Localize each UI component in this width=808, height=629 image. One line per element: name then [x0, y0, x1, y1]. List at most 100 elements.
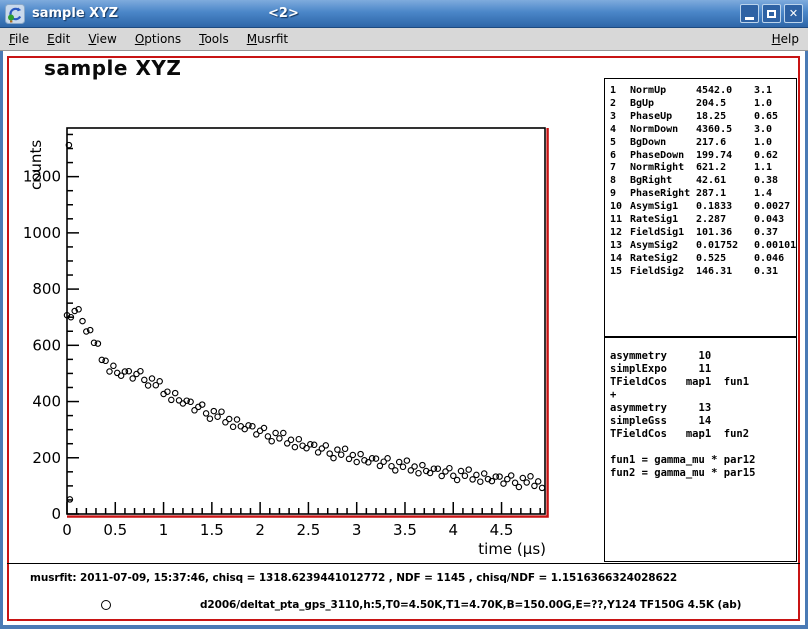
y-tick-label: 200 — [32, 449, 61, 467]
param-error: 0.62 — [754, 150, 796, 163]
data-point — [354, 459, 359, 464]
param-name: FieldSig2 — [630, 266, 696, 279]
data-point — [497, 474, 502, 479]
y-axis-title: counts — [27, 140, 45, 190]
param-value: 146.31 — [696, 266, 754, 279]
data-point — [265, 434, 270, 439]
param-value: 199.74 — [696, 150, 754, 163]
param-name: BgDown — [630, 137, 696, 150]
param-n: 9 — [610, 188, 630, 201]
y-tick-label: 1000 — [23, 224, 61, 242]
data-point — [385, 456, 390, 461]
legend-run-title: d2006/deltat_pta_gps_3110,h:5,T0=4.50K,T… — [200, 599, 741, 611]
plot-frame — [67, 128, 545, 514]
x-tick-label: 4 — [448, 521, 458, 539]
data-point — [277, 436, 282, 441]
x-tick-label: 1 — [159, 521, 169, 539]
x-tick-label: 4.5 — [490, 521, 514, 539]
param-n: 12 — [610, 227, 630, 240]
param-value: 0.1833 — [696, 201, 754, 214]
param-value: 101.36 — [696, 227, 754, 240]
param-name: BgUp — [630, 98, 696, 111]
data-point — [482, 471, 487, 476]
param-row: 5BgDown217.61.0 — [605, 137, 796, 150]
data-point — [261, 425, 266, 430]
data-point — [281, 430, 286, 435]
data-point — [358, 451, 363, 456]
theory-pad[interactable]: asymmetry 10 simplExpo 11 TFieldCos map1… — [604, 337, 797, 562]
data-point — [215, 414, 220, 419]
param-error: 3.0 — [754, 124, 796, 137]
param-value: 217.6 — [696, 137, 754, 150]
data-point — [126, 369, 131, 374]
param-row: 7NormRight621.21.1 — [605, 162, 796, 175]
param-row: 15FieldSig2146.310.31 — [605, 266, 796, 279]
param-n: 4 — [610, 124, 630, 137]
pad-highlight-border — [67, 128, 548, 517]
param-name: FieldSig1 — [630, 227, 696, 240]
data-point — [227, 416, 232, 421]
data-point — [219, 409, 224, 414]
param-error: 0.0027 — [754, 201, 796, 214]
param-value: 287.1 — [696, 188, 754, 201]
data-point — [447, 466, 452, 471]
data-point — [454, 477, 459, 482]
fit-parameter-pad[interactable]: 1NormUp4542.03.12BgUp204.51.03PhaseUp18.… — [604, 78, 797, 337]
data-point — [103, 358, 108, 363]
status-divider — [7, 563, 800, 564]
param-n: 6 — [610, 150, 630, 163]
data-point — [435, 466, 440, 471]
param-error: 1.1 — [754, 162, 796, 175]
data-point — [312, 442, 317, 447]
data-point — [397, 459, 402, 464]
param-name: AsymSig2 — [630, 240, 696, 253]
param-value: 0.01752 — [696, 240, 754, 253]
fit-info-text: musrfit: 2011-07-09, 15:37:46, chisq = 1… — [30, 572, 677, 584]
x-tick-label: 2.5 — [296, 521, 320, 539]
param-n: 8 — [610, 175, 630, 188]
param-row: 11RateSig12.2870.043 — [605, 214, 796, 227]
y-tick-label: 800 — [32, 280, 61, 298]
y-tick-label: 400 — [32, 393, 61, 411]
data-point — [142, 377, 147, 382]
param-row: 1NormUp4542.03.1 — [605, 85, 796, 98]
param-error: 0.38 — [754, 175, 796, 188]
data-point — [296, 437, 301, 442]
data-point — [203, 411, 208, 416]
theory-text: asymmetry 10 simplExpo 11 TFieldCos map1… — [610, 350, 796, 480]
data-point — [80, 318, 85, 323]
data-point — [524, 480, 529, 485]
data-point — [416, 471, 421, 476]
data-point — [273, 430, 278, 435]
data-point — [207, 416, 212, 421]
param-name: NormRight — [630, 162, 696, 175]
param-error: 3.1 — [754, 85, 796, 98]
param-row: 12FieldSig1101.360.37 — [605, 227, 796, 240]
param-error: 0.37 — [754, 227, 796, 240]
param-n: 5 — [610, 137, 630, 150]
param-n: 11 — [610, 214, 630, 227]
param-n: 2 — [610, 98, 630, 111]
data-point — [404, 458, 409, 463]
param-value: 621.2 — [696, 162, 754, 175]
data-point — [234, 417, 239, 422]
param-row: 13AsymSig20.017520.00101 — [605, 240, 796, 253]
data-point — [335, 447, 340, 452]
data-point — [173, 390, 178, 395]
data-point — [342, 446, 347, 451]
x-tick-label: 0 — [62, 521, 72, 539]
param-value: 204.5 — [696, 98, 754, 111]
param-value: 4360.5 — [696, 124, 754, 137]
data-point — [331, 455, 336, 460]
param-error: 0.31 — [754, 266, 796, 279]
data-point — [478, 479, 483, 484]
param-error: 1.0 — [754, 137, 796, 150]
param-row: 8BgRight42.610.38 — [605, 175, 796, 188]
data-point — [149, 376, 154, 381]
x-axis-title: time (μs) — [478, 540, 546, 558]
plot-title: sample XYZ — [44, 56, 181, 80]
param-row: 14RateSig20.5250.046 — [605, 253, 796, 266]
data-point — [323, 443, 328, 448]
data-point — [528, 474, 533, 479]
data-point — [269, 439, 274, 444]
